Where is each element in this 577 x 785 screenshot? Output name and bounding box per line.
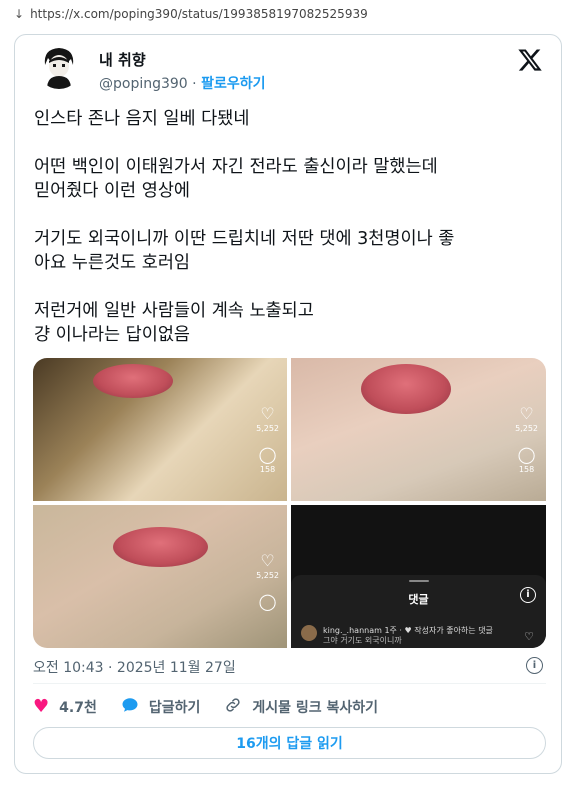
panel-title: 댓글 xyxy=(408,593,429,606)
like-count: 4.7천 xyxy=(59,700,97,716)
link-icon xyxy=(224,696,242,718)
info-icon: i xyxy=(520,587,536,603)
heart-icon: ♡ xyxy=(524,630,534,643)
tweet-paragraph-1: 인스타 존나 음지 일베 다됐네 xyxy=(34,109,250,129)
video-side-icons: ♡ 5,252 ◯ 158 xyxy=(515,406,538,488)
divider xyxy=(33,683,546,684)
video-side-icons: ♡ 5,252 ◯ 158 xyxy=(256,406,279,488)
comment-icon: ◯ xyxy=(258,445,277,464)
url-text: https://x.com/poping390/status/199385819… xyxy=(30,7,368,21)
media-image-2[interactable]: ♡ 5,252 ◯ 158 xyxy=(291,358,546,501)
x-logo-icon[interactable] xyxy=(517,47,543,73)
like-button[interactable]: ♥ 4.7천 xyxy=(33,697,97,717)
like-count: 5,252 xyxy=(256,571,279,580)
follow-button[interactable]: 팔로우하기 xyxy=(201,76,265,92)
handle-row: @poping390 · 팔로우하기 xyxy=(99,73,265,93)
copy-link-button[interactable]: 게시물 링크 복사하기 xyxy=(224,696,378,718)
media-image-1[interactable]: ♡ 5,252 ◯ 158 xyxy=(33,358,287,501)
tweet-paragraph-3: 거기도 외국이니까 이딴 드립치네 저딴 댓에 3천명이나 좋 아요 누른것도 … xyxy=(34,229,455,273)
comment-count: 158 xyxy=(518,465,535,474)
heart-icon: ♡ xyxy=(519,404,534,423)
media-image-4[interactable]: 댓글 i king._.hannam 1주 · ♥ 작성자가 좋아하는 댓글 그… xyxy=(291,505,546,648)
reply-label: 답글하기 xyxy=(148,700,201,716)
read-replies-button[interactable]: 16개의 답글 읽기 xyxy=(33,727,546,759)
url-bar: ↓ https://x.com/poping390/status/1993858… xyxy=(0,0,577,28)
reply-button[interactable]: 답글하기 xyxy=(121,696,201,718)
comment-avatar xyxy=(301,625,317,641)
heart-icon: ♡ xyxy=(260,551,275,570)
tweet-card: 내 취향 @poping390 · 팔로우하기 인스타 존나 음지 일베 다됐네… xyxy=(14,34,562,774)
heart-icon: ♡ xyxy=(260,404,275,423)
handle[interactable]: @poping390 xyxy=(99,76,188,92)
panel-handle xyxy=(409,580,429,582)
comment-text: 그야 거기도 외국이니까 xyxy=(323,636,402,645)
separator: · xyxy=(192,76,197,92)
avatar[interactable] xyxy=(37,45,81,89)
display-name[interactable]: 내 취향 xyxy=(99,49,146,70)
media-grid: ♡ 5,252 ◯ 158 ♡ 5,252 ◯ 158 ♡ 5,252 ◯ 댓글… xyxy=(33,358,546,648)
download-arrow-icon: ↓ xyxy=(14,7,25,21)
reply-bubble-icon xyxy=(121,696,139,718)
info-icon[interactable]: i xyxy=(526,657,543,674)
media-image-3[interactable]: ♡ 5,252 ◯ xyxy=(33,505,287,648)
like-count: 5,252 xyxy=(256,424,279,433)
tweet-paragraph-4: 저런거에 일반 사람들이 계속 노출되고 걍 이나라는 답이없음 xyxy=(34,301,314,345)
like-count: 5,252 xyxy=(515,424,538,433)
copy-link-label: 게시물 링크 복사하기 xyxy=(252,700,379,716)
comment-icon: ◯ xyxy=(258,592,277,611)
timestamp[interactable]: 오전 10:43 · 2025년 11월 27일 xyxy=(33,657,236,677)
comment-icon: ◯ xyxy=(517,445,536,464)
comment-panel: 댓글 i king._.hannam 1주 · ♥ 작성자가 좋아하는 댓글 그… xyxy=(291,575,546,648)
action-bar: ♥ 4.7천 답글하기 게시물 링크 복사하기 xyxy=(33,695,402,719)
tweet-text: 인스타 존나 음지 일베 다됐네 어떤 백인이 이태원가서 자긴 전라도 출신이… xyxy=(34,107,549,371)
heart-icon: ♥ xyxy=(33,696,50,717)
comment-count: 158 xyxy=(259,465,276,474)
video-side-icons: ♡ 5,252 ◯ xyxy=(256,553,279,610)
tweet-paragraph-2: 어떤 백인이 이태원가서 자긴 전라도 출신이라 말했는데 믿어줬다 이런 영상… xyxy=(34,157,438,201)
